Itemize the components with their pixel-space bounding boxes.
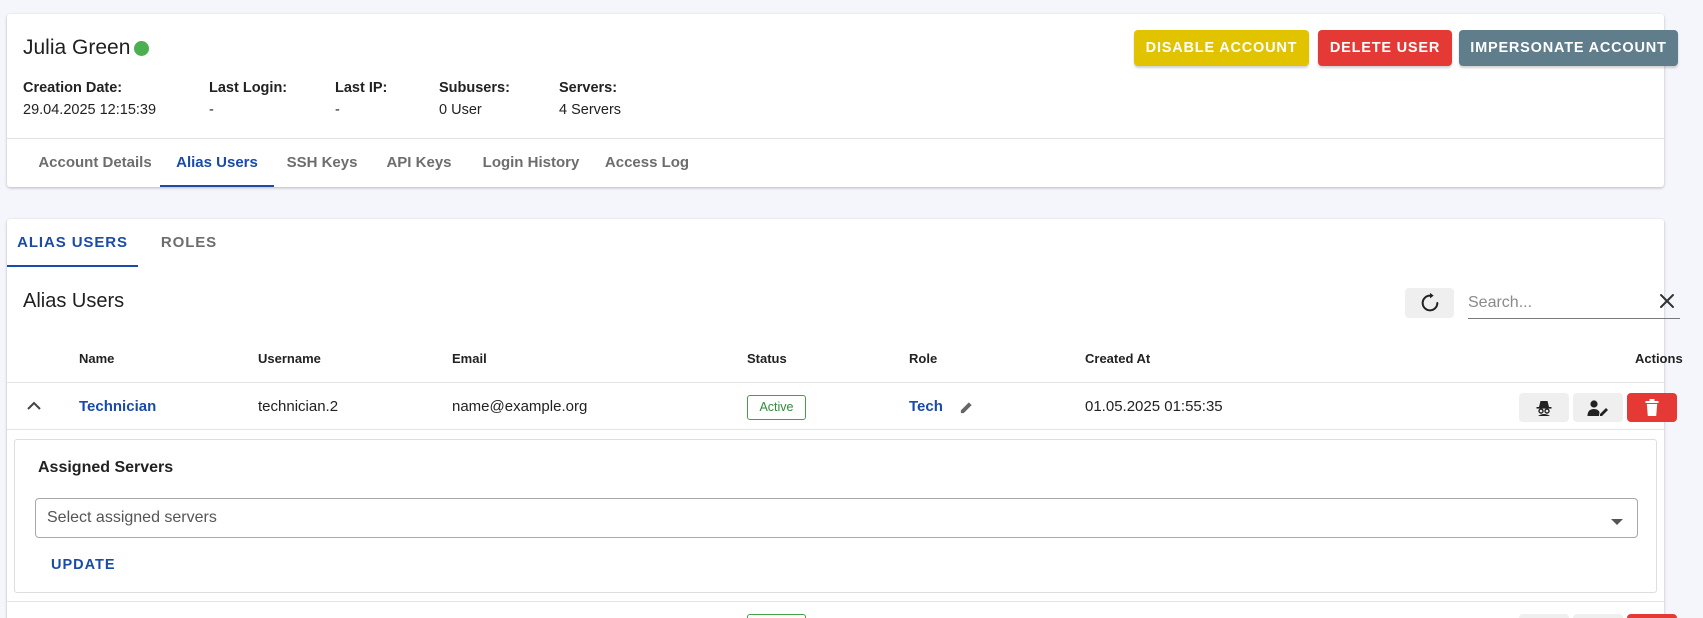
disable-account-button[interactable]: DISABLE ACCOUNT (1134, 30, 1309, 66)
tab-ssh-keys[interactable]: SSH Keys (273, 139, 371, 187)
meta-label: Last Login: (209, 80, 288, 96)
refresh-button[interactable] (1405, 288, 1454, 318)
table-divider (7, 429, 1664, 430)
meta-label: Servers: (559, 80, 618, 96)
delete-user-button[interactable]: DELETE USER (1318, 30, 1452, 66)
impersonate-account-button[interactable]: IMPERSONATE ACCOUNT (1459, 30, 1678, 66)
column-header-email[interactable]: Email (452, 351, 487, 366)
column-header-role[interactable]: Role (909, 351, 937, 366)
select-placeholder: Select assigned servers (47, 509, 217, 526)
search-input[interactable] (1468, 291, 1648, 315)
refresh-icon (1421, 292, 1438, 312)
search-field (1468, 287, 1680, 319)
status-badge (747, 614, 806, 618)
meta-last-ip: Last IP: - (335, 80, 387, 118)
online-status-dot (134, 41, 149, 56)
caret-down-icon (1611, 513, 1623, 531)
meta-label: Subusers: (439, 80, 510, 96)
edit-user-button[interactable] (1573, 614, 1623, 618)
impersonate-user-button[interactable] (1519, 393, 1569, 422)
impersonate-user-button[interactable] (1519, 614, 1569, 618)
column-header-name[interactable]: Name (79, 351, 114, 366)
row-name-link[interactable]: Technician (79, 398, 156, 415)
close-icon[interactable] (1658, 292, 1676, 315)
meta-creation-date: Creation Date: 29.04.2025 12:15:39 (23, 80, 156, 118)
tab-alias-users-section[interactable]: ALIAS USERS (7, 219, 138, 267)
chevron-up-icon[interactable] (26, 400, 42, 412)
tab-api-keys[interactable]: API Keys (371, 139, 467, 187)
row-email: name@example.org (452, 398, 588, 415)
meta-value: 29.04.2025 12:15:39 (23, 102, 157, 118)
user-name: Julia Green (23, 36, 131, 59)
spy-icon (1536, 400, 1552, 416)
assigned-servers-panel: Assigned Servers Select assigned servers… (14, 439, 1657, 593)
user-edit-icon (1587, 399, 1608, 416)
assigned-servers-select[interactable]: Select assigned servers (35, 498, 1638, 538)
delete-alias-user-button[interactable] (1627, 393, 1677, 422)
tab-roles[interactable]: ROLES (144, 219, 234, 267)
meta-value: - (335, 102, 340, 118)
delete-alias-user-button[interactable] (1627, 614, 1677, 618)
user-header-card: Julia Green DISABLE ACCOUNT DELETE USER … (7, 14, 1678, 187)
meta-value: 4 Servers (559, 102, 622, 118)
meta-value: 0 User (439, 102, 482, 118)
meta-last-login: Last Login: - (209, 80, 287, 118)
tab-alias-users[interactable]: Alias Users (160, 139, 274, 187)
meta-value: - (209, 102, 214, 118)
meta-label: Last IP: (335, 80, 388, 96)
tab-access-log[interactable]: Access Log (595, 139, 699, 187)
pencil-icon[interactable] (959, 400, 974, 415)
alias-users-card: ALIAS USERS ROLES Alias Users Name Usern… (7, 219, 1683, 618)
edit-user-button[interactable] (1573, 393, 1623, 422)
tab-account-details[interactable]: Account Details (23, 139, 167, 187)
meta-subusers: Subusers: 0 User (439, 80, 510, 118)
trash-icon (1645, 399, 1659, 416)
row-created-at: 01.05.2025 01:55:35 (1085, 398, 1223, 415)
meta-servers: Servers: 4 Servers (559, 80, 621, 118)
meta-label: Creation Date: (23, 80, 123, 96)
tab-login-history[interactable]: Login History (467, 139, 595, 187)
section-title: Alias Users (23, 290, 125, 312)
table-divider (7, 601, 1664, 602)
table-divider (7, 382, 1664, 383)
column-header-created-at[interactable]: Created At (1085, 351, 1150, 366)
column-header-status[interactable]: Status (747, 351, 787, 366)
panel-title: Assigned Servers (38, 459, 174, 476)
row-username: technician.2 (258, 398, 339, 415)
column-header-username[interactable]: Username (258, 351, 321, 366)
update-button[interactable]: UPDATE (45, 547, 122, 583)
column-header-actions: Actions (1635, 351, 1683, 366)
row-role-link[interactable]: Tech (909, 398, 943, 415)
status-badge: Active (747, 395, 806, 420)
